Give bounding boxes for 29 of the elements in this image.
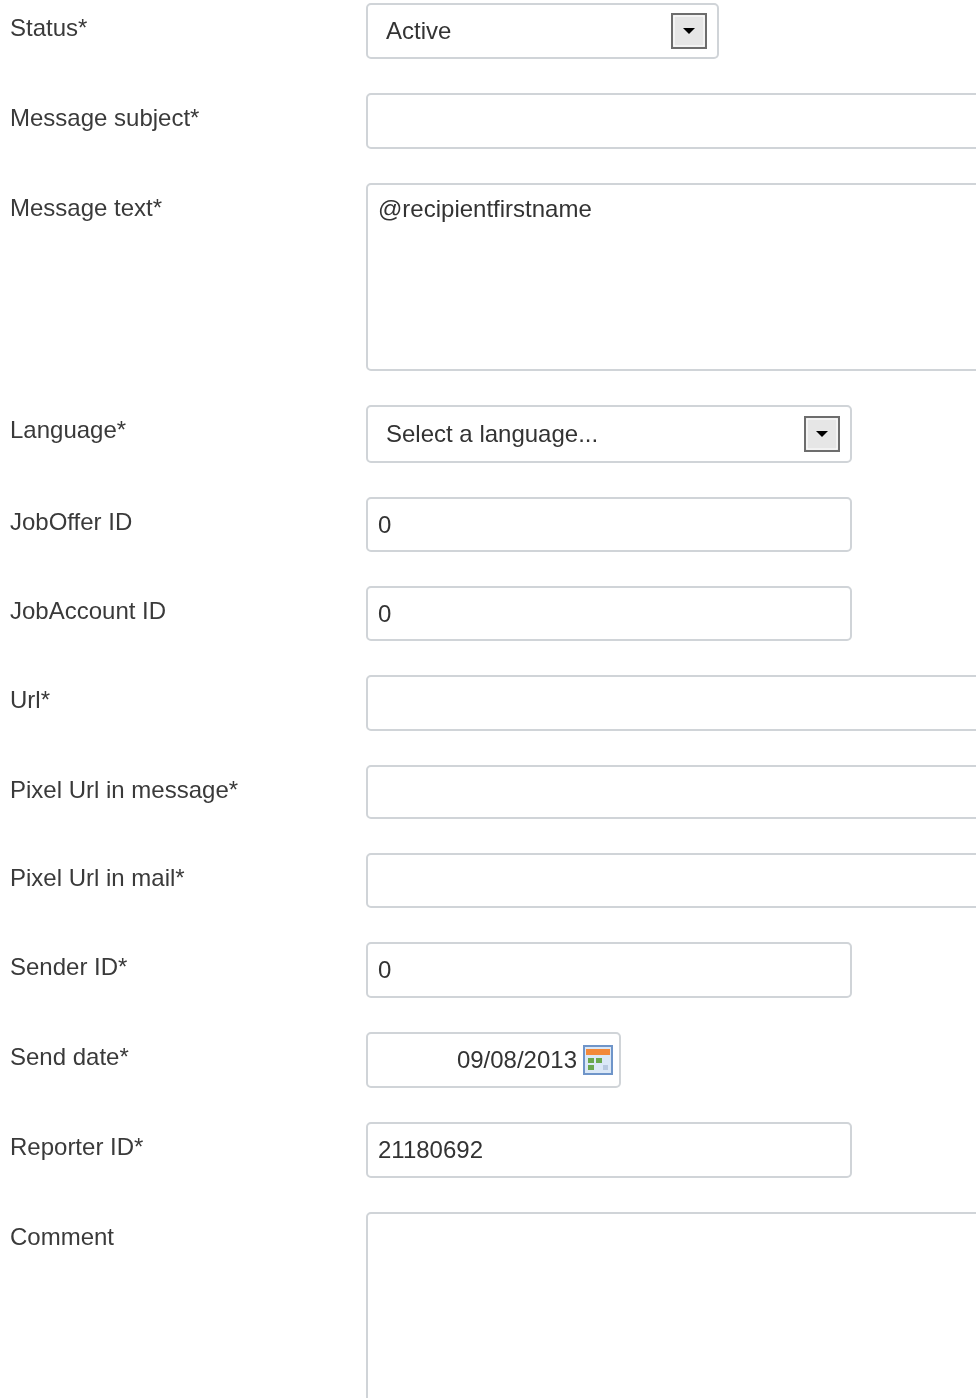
field-label: Language* bbox=[10, 415, 128, 444]
input-field[interactable] bbox=[366, 765, 976, 819]
field-label: JobAccount ID bbox=[10, 596, 168, 625]
field-label: Message subject* bbox=[10, 103, 201, 132]
field-label: Status* bbox=[10, 13, 89, 42]
input-field[interactable] bbox=[366, 853, 976, 908]
field-label: Pixel Url in mail* bbox=[10, 863, 186, 892]
input-field[interactable] bbox=[366, 675, 976, 731]
field-label: Send date* bbox=[10, 1042, 130, 1071]
text-area[interactable] bbox=[366, 1212, 976, 1398]
dropdown-arrow-icon[interactable] bbox=[804, 416, 840, 452]
field-label: Message text* bbox=[10, 193, 164, 222]
input-field[interactable]: 0 bbox=[366, 497, 852, 552]
input-field[interactable]: 21180692 bbox=[366, 1122, 852, 1178]
field-label: Reporter ID* bbox=[10, 1132, 145, 1161]
field-label: JobOffer ID bbox=[10, 507, 134, 536]
input-field[interactable] bbox=[366, 93, 976, 149]
field-label: Url* bbox=[10, 685, 51, 714]
field-label: Comment bbox=[10, 1222, 116, 1251]
text-area[interactable]: @recipientfirstname bbox=[366, 183, 976, 371]
dropdown-arrow-icon[interactable] bbox=[671, 13, 707, 49]
dropdown[interactable]: Active bbox=[366, 3, 719, 59]
calendar-icon[interactable] bbox=[583, 1045, 613, 1075]
input-field[interactable]: 0 bbox=[366, 942, 852, 998]
input-field[interactable]: 0 bbox=[366, 586, 852, 641]
field-label: Sender ID* bbox=[10, 952, 129, 981]
date-field[interactable]: 09/08/2013 bbox=[366, 1032, 621, 1088]
dropdown[interactable]: Select a language... bbox=[366, 405, 852, 463]
field-label: Pixel Url in message* bbox=[10, 775, 240, 804]
